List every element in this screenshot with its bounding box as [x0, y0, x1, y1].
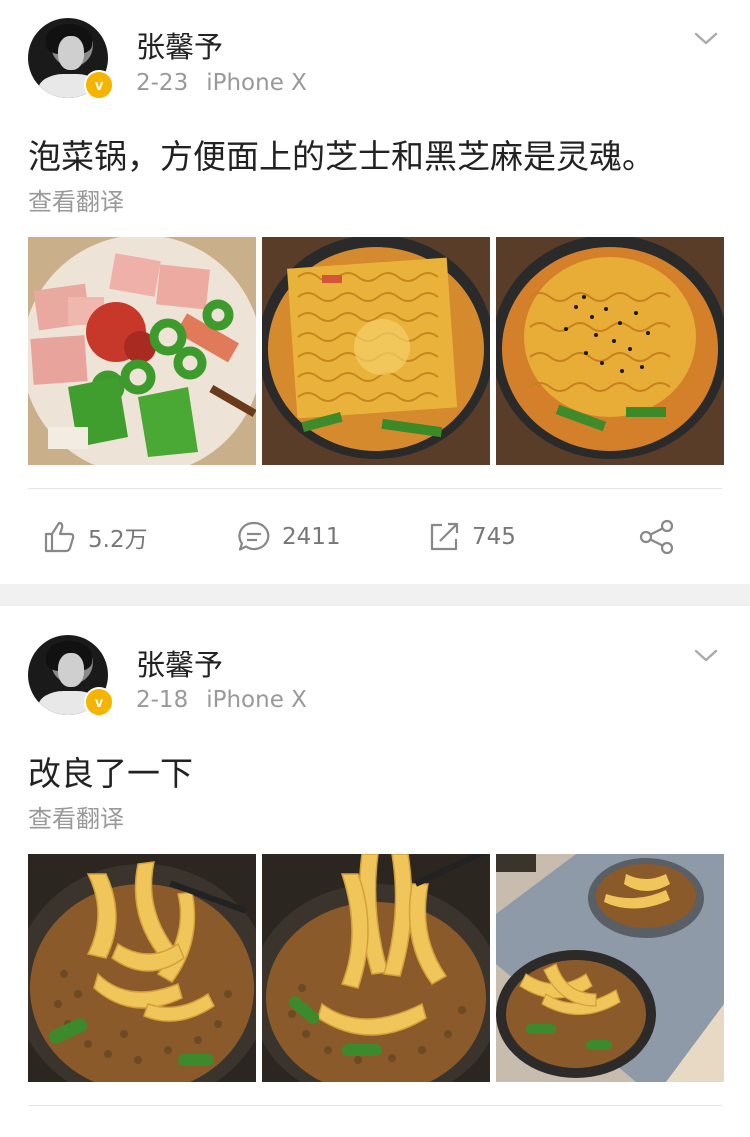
like-count: 5.2万: [88, 527, 148, 553]
avatar[interactable]: v: [28, 18, 114, 100]
divider: [28, 488, 722, 489]
post-device: iPhone X: [206, 687, 307, 713]
chevron-down-icon[interactable]: [692, 645, 720, 665]
image-grid: [28, 237, 724, 465]
post-image[interactable]: [262, 854, 490, 1082]
post-image[interactable]: [28, 854, 256, 1082]
post-image[interactable]: [496, 854, 724, 1082]
chevron-down-icon[interactable]: [692, 28, 720, 48]
author-name[interactable]: 张馨予: [136, 642, 223, 684]
post-date: 2-23: [136, 70, 189, 96]
post-meta: 2-18 iPhone X: [136, 687, 307, 713]
image-grid: [28, 854, 724, 1082]
post-image[interactable]: [28, 237, 256, 465]
avatar[interactable]: v: [28, 635, 114, 717]
translate-link[interactable]: 查看翻译: [28, 182, 124, 217]
post-image[interactable]: [496, 237, 724, 465]
verified-badge-icon: v: [84, 687, 114, 717]
verified-badge-icon: v: [84, 70, 114, 100]
divider: [28, 1105, 722, 1106]
weibo-post-1: v 张馨予 2-23 iPhone X 泡菜锅，方便面上的芝士和黑芝麻是灵魂。 查…: [0, 0, 750, 584]
post-text: 改良了一下: [28, 754, 193, 793]
post-image[interactable]: [262, 237, 490, 465]
post-separator: [0, 584, 750, 606]
post-date: 2-18: [136, 687, 189, 713]
author-name[interactable]: 张馨予: [136, 24, 223, 66]
repost-count: 745: [472, 524, 516, 550]
post-device: iPhone X: [206, 70, 307, 96]
action-bar: 5.2万 2411 745: [0, 507, 750, 567]
comment-count: 2411: [282, 524, 341, 550]
like-button[interactable]: 5.2万: [42, 507, 148, 567]
post-text: 泡菜锅，方便面上的芝士和黑芝麻是灵魂。: [28, 137, 655, 176]
share-icon: [639, 519, 674, 555]
repost-icon: [430, 522, 459, 551]
weibo-post-2: v 张馨予 2-18 iPhone X 改良了一下 查看翻译: [0, 606, 750, 1137]
repost-button[interactable]: 745: [426, 507, 516, 567]
share-button[interactable]: [638, 507, 686, 567]
post-meta: 2-23 iPhone X: [136, 70, 307, 96]
translate-link[interactable]: 查看翻译: [28, 799, 124, 834]
like-icon: [44, 521, 75, 553]
comment-icon: [238, 521, 270, 551]
comment-button[interactable]: 2411: [236, 507, 341, 567]
